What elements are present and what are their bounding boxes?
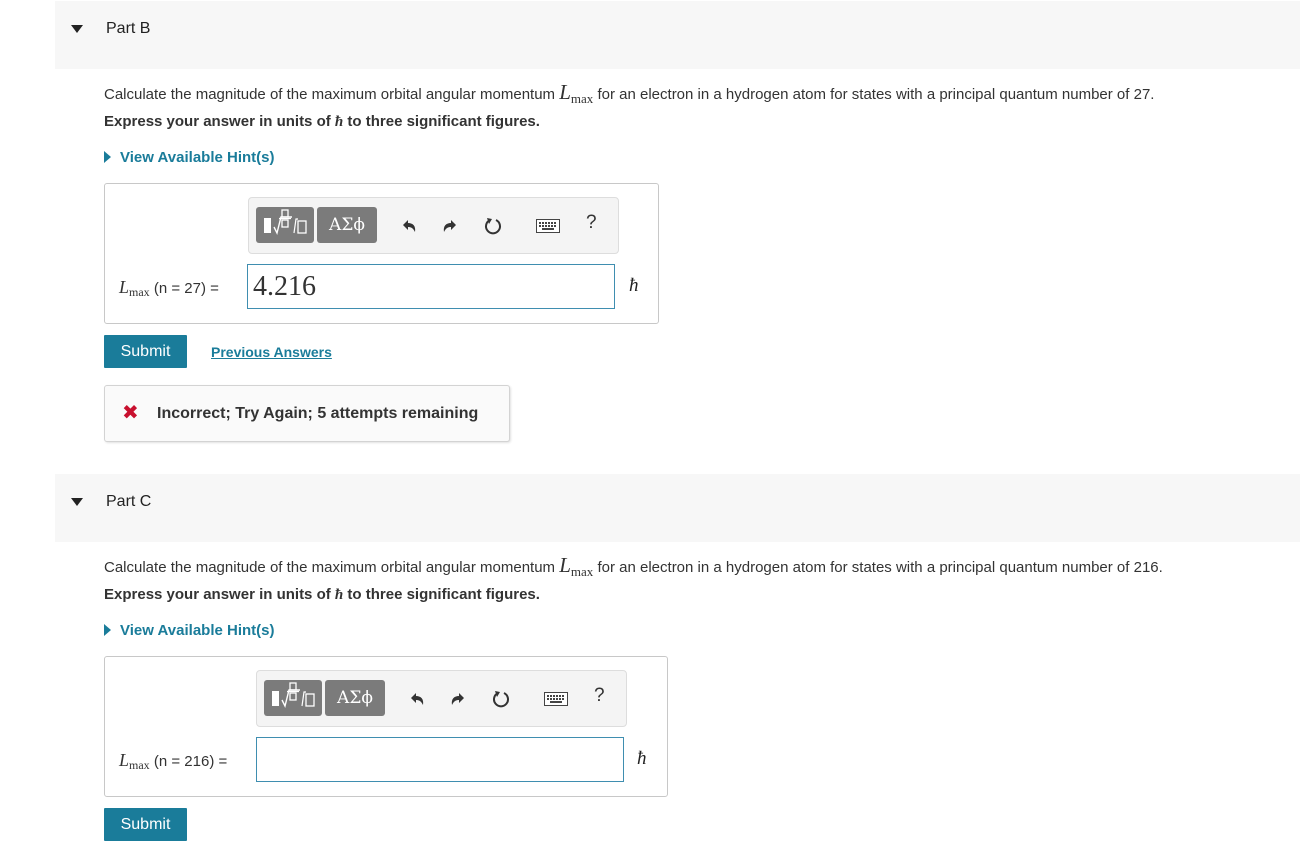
keyboard-icon[interactable] bbox=[534, 213, 562, 239]
unit-hbar: ħ bbox=[637, 748, 647, 769]
part-c-view-hints-link[interactable]: View Available Hint(s) bbox=[104, 622, 275, 639]
part-c-title: Part C bbox=[106, 493, 152, 510]
undo-icon[interactable] bbox=[396, 213, 422, 239]
incorrect-x-icon: ✖ bbox=[122, 402, 139, 424]
feedback-message: Incorrect; Try Again; 5 attempts remaini… bbox=[157, 405, 479, 422]
part-b-view-hints-link[interactable]: View Available Hint(s) bbox=[104, 149, 275, 166]
templates-button[interactable] bbox=[264, 680, 322, 716]
reset-icon[interactable] bbox=[488, 686, 514, 712]
toolbar-button-group: ΑΣϕ bbox=[264, 680, 385, 716]
answer-label: Lmax (n = 216) = bbox=[119, 750, 228, 772]
expand-triangle-icon bbox=[104, 151, 111, 163]
keyboard-icon[interactable] bbox=[542, 686, 570, 712]
part-c-answer-box: ΑΣϕ ? Lmax (n = 216) = ħ bbox=[104, 656, 668, 797]
toolbar-button-group: ΑΣϕ bbox=[256, 207, 377, 243]
part-c-submit-button[interactable]: Submit bbox=[104, 808, 187, 841]
part-c-answer-input[interactable] bbox=[256, 737, 624, 782]
part-b-question: Calculate the magnitude of the maximum o… bbox=[104, 80, 1155, 106]
expand-triangle-icon bbox=[104, 624, 111, 636]
answer-label: Lmax (n = 27) = bbox=[119, 277, 219, 299]
math-toolbar: ΑΣϕ ? bbox=[248, 197, 619, 254]
redo-icon[interactable] bbox=[437, 213, 463, 239]
math-toolbar: ΑΣϕ ? bbox=[256, 670, 627, 727]
unit-hbar: ħ bbox=[629, 275, 639, 296]
part-b-instructions: Express your answer in units of ħ to thr… bbox=[104, 113, 540, 130]
help-button[interactable]: ? bbox=[594, 685, 605, 707]
part-b-title: Part B bbox=[106, 20, 151, 37]
part-b-header[interactable]: Part B bbox=[55, 1, 1300, 69]
part-b-answer-input[interactable]: 4.216 bbox=[247, 264, 615, 309]
part-b-submit-button[interactable]: Submit bbox=[104, 335, 187, 368]
part-c-question: Calculate the magnitude of the maximum o… bbox=[104, 553, 1163, 579]
part-c-header[interactable]: Part C bbox=[55, 474, 1300, 542]
redo-icon[interactable] bbox=[445, 686, 471, 712]
help-button[interactable]: ? bbox=[586, 212, 597, 234]
collapse-caret-icon[interactable] bbox=[71, 498, 83, 506]
greek-symbols-button[interactable]: ΑΣϕ bbox=[325, 680, 385, 716]
part-c-instructions: Express your answer in units of ħ to thr… bbox=[104, 586, 540, 603]
previous-answers-link[interactable]: Previous Answers bbox=[211, 344, 332, 360]
templates-button[interactable] bbox=[256, 207, 314, 243]
collapse-caret-icon[interactable] bbox=[71, 25, 83, 33]
templates-icon bbox=[272, 682, 315, 709]
templates-icon bbox=[264, 209, 307, 236]
feedback-box: ✖ Incorrect; Try Again; 5 attempts remai… bbox=[104, 385, 510, 442]
undo-icon[interactable] bbox=[404, 686, 430, 712]
part-b-answer-box: ΑΣϕ ? Lmax (n = 27) = 4.216 ħ bbox=[104, 183, 659, 324]
greek-symbols-button[interactable]: ΑΣϕ bbox=[317, 207, 377, 243]
reset-icon[interactable] bbox=[480, 213, 506, 239]
